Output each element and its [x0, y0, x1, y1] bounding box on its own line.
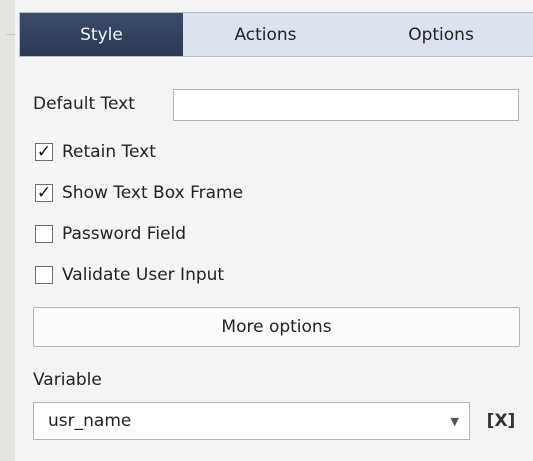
show-text-box-frame-checkbox-row[interactable]: ✓ Show Text Box Frame	[35, 181, 243, 205]
retain-text-label: Retain Text	[62, 142, 156, 162]
clear-variable-button[interactable]: [X]	[484, 409, 518, 433]
checkmark-icon: ✓	[36, 141, 52, 162]
checkmark-icon: ✓	[36, 182, 52, 203]
validate-user-input-label: Validate User Input	[62, 265, 225, 285]
more-options-button[interactable]: More options	[33, 307, 520, 347]
tab-options[interactable]: Options	[348, 13, 533, 56]
password-field-checkbox[interactable]	[35, 225, 53, 243]
validate-user-input-checkbox[interactable]	[35, 266, 53, 284]
retain-text-checkbox[interactable]: ✓	[35, 143, 53, 161]
chevron-down-icon[interactable]: ▼	[451, 415, 459, 428]
show-text-box-frame-label: Show Text Box Frame	[62, 183, 244, 203]
variable-select[interactable]: usr_name ▼	[33, 402, 470, 440]
password-field-checkbox-row[interactable]: Password Field	[35, 222, 186, 246]
tab-actions[interactable]: Actions	[183, 13, 348, 56]
retain-text-checkbox-row[interactable]: ✓ Retain Text	[35, 140, 156, 164]
password-field-label: Password Field	[62, 224, 187, 244]
tab-style[interactable]: Style	[20, 13, 183, 56]
show-text-box-frame-checkbox[interactable]: ✓	[35, 184, 53, 202]
default-text-label: Default Text	[33, 94, 135, 114]
validate-user-input-checkbox-row[interactable]: Validate User Input	[35, 263, 224, 287]
default-text-input[interactable]	[173, 89, 519, 121]
variable-label: Variable	[33, 370, 102, 390]
tab-bar: Style Actions Options	[19, 12, 533, 57]
variable-selected-value: usr_name	[48, 411, 132, 431]
left-sidebar-strip	[0, 0, 15, 461]
